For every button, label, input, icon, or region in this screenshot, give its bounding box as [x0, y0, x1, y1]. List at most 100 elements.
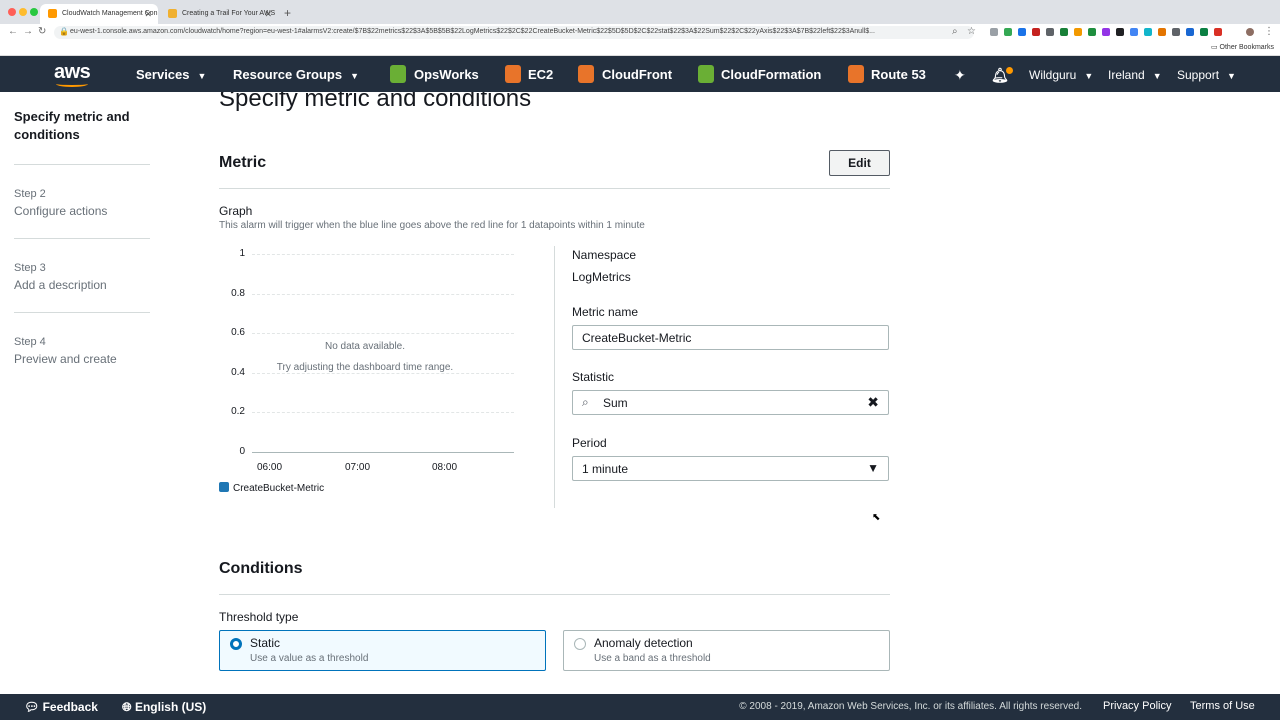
extension-icon[interactable]	[1200, 28, 1208, 36]
option-title: Anomaly detection	[594, 636, 693, 650]
close-window-icon[interactable]	[8, 8, 16, 16]
pin-icon[interactable]: ✦	[954, 67, 966, 84]
option-title: Static	[250, 636, 281, 650]
extension-icon[interactable]	[1032, 28, 1040, 36]
globe-icon: 🌐︎	[122, 700, 132, 714]
extension-icon[interactable]	[990, 28, 998, 36]
privacy-policy-link[interactable]: Privacy Policy	[1103, 700, 1171, 712]
url-input[interactable]: 🔒 eu-west-1.console.aws.amazon.com/cloud…	[54, 26, 974, 39]
address-bar: ← → ↻ 🔒 eu-west-1.console.aws.amazon.com…	[0, 24, 1280, 40]
wizard-steps: Specify metric and conditions Step 2 Con…	[14, 108, 150, 366]
opsworks-icon	[390, 65, 406, 83]
step-3: Step 3 Add a description	[14, 262, 150, 292]
graph-label: Graph	[219, 204, 253, 218]
gridline	[252, 254, 514, 255]
graph-description: This alarm will trigger when the blue li…	[219, 220, 645, 231]
step-label: Preview and create	[14, 352, 117, 366]
tab-title: Creating a Trail For Your AWS	[182, 10, 276, 17]
extension-icon[interactable]	[1102, 28, 1110, 36]
minimize-window-icon[interactable]	[19, 8, 27, 16]
copyright-text: © 2008 - 2019, Amazon Web Services, Inc.…	[739, 701, 1082, 712]
close-tab-icon[interactable]: ✕	[264, 9, 272, 20]
extension-icon[interactable]	[1060, 28, 1068, 36]
feedback-link[interactable]: 💬︎ Feedback	[24, 700, 98, 714]
radio-unselected-icon[interactable]	[574, 638, 586, 650]
extension-icon[interactable]	[1144, 28, 1152, 36]
metric-name-input[interactable]: CreateBucket-Metric	[572, 325, 889, 350]
y-tick-label: 0.6	[231, 327, 245, 339]
namespace-value: LogMetrics	[572, 270, 631, 284]
shortcut-cloudfront[interactable]: CloudFront	[602, 67, 672, 82]
gridline	[252, 293, 514, 295]
divider	[14, 164, 150, 165]
new-tab-icon[interactable]: +	[284, 6, 291, 20]
zoom-icon[interactable]: ⌕	[952, 26, 958, 37]
extension-icon[interactable]	[1214, 28, 1222, 36]
y-tick-label: 1	[239, 248, 245, 259]
language-selector[interactable]: 🌐︎ English (US)	[122, 700, 206, 715]
edit-button[interactable]: Edit	[829, 150, 890, 176]
mouse-cursor-icon: ⬉	[872, 512, 881, 523]
caret-down-icon: ▼	[867, 461, 879, 475]
route53-icon	[848, 65, 864, 83]
extension-icon[interactable]	[1046, 28, 1054, 36]
shortcut-opsworks[interactable]: OpsWorks	[414, 67, 479, 82]
maximize-window-icon[interactable]	[30, 8, 38, 16]
step-label: Add a description	[14, 278, 107, 292]
back-icon[interactable]: ←	[8, 26, 18, 37]
chart-legend[interactable]: CreateBucket-Metric	[219, 482, 324, 494]
browser-tab-trail[interactable]: Creating a Trail For Your AWS ✕	[160, 4, 278, 24]
reload-icon[interactable]: ↻	[38, 26, 46, 37]
x-axis-line	[252, 452, 514, 453]
extension-icon[interactable]	[1018, 28, 1026, 36]
extension-icon[interactable]	[1158, 28, 1166, 36]
support-menu[interactable]: Support ▼	[1177, 68, 1236, 82]
metric-name-label: Metric name	[572, 305, 639, 319]
conditions-section-title: Conditions	[219, 560, 303, 577]
threshold-static-option[interactable]: Static Use a value as a threshold	[219, 630, 546, 671]
other-bookmarks[interactable]: ▭ Other Bookmarks	[1211, 43, 1274, 51]
services-menu[interactable]: Services ▼	[136, 67, 206, 82]
terms-of-use-link[interactable]: Terms of Use	[1190, 700, 1255, 712]
extension-icon[interactable]	[1004, 28, 1012, 36]
forward-icon[interactable]: →	[23, 26, 33, 37]
browser-tab-cloudwatch[interactable]: CloudWatch Management Con ✕	[40, 4, 158, 24]
bookmark-star-icon[interactable]: ☆	[967, 26, 976, 37]
tab-title: CloudWatch Management Con	[62, 10, 158, 17]
url-text: eu-west-1.console.aws.amazon.com/cloudwa…	[70, 28, 875, 35]
period-value: 1 minute	[582, 462, 629, 476]
x-tick-label: 08:00	[432, 462, 458, 473]
section-divider	[219, 188, 890, 189]
divider	[14, 312, 150, 313]
clear-icon[interactable]: ✖	[867, 394, 879, 411]
resource-groups-menu[interactable]: Resource Groups ▼	[233, 67, 359, 82]
x-tick-label: 07:00	[345, 462, 371, 473]
notification-dot	[1006, 67, 1013, 74]
extension-icon[interactable]	[1116, 28, 1124, 36]
step-number: Step 4	[14, 336, 46, 348]
shortcut-route53[interactable]: Route 53	[871, 67, 926, 82]
statistic-input[interactable]: ⌕ Sum ✖	[572, 390, 889, 415]
profile-avatar[interactable]	[1246, 28, 1254, 36]
extension-icon[interactable]	[1088, 28, 1096, 36]
browser-menu-icon[interactable]: ⋮	[1264, 26, 1274, 37]
region-menu[interactable]: Ireland ▼	[1108, 68, 1162, 82]
period-label: Period	[572, 436, 607, 450]
shortcut-cloudformation[interactable]: CloudFormation	[721, 67, 821, 82]
radio-selected-icon[interactable]	[230, 638, 242, 650]
aws-top-nav: aws Services ▼ Resource Groups ▼ OpsWorks …	[0, 56, 1280, 92]
extension-icon[interactable]	[1186, 28, 1194, 36]
extension-icon[interactable]	[1130, 28, 1138, 36]
close-tab-icon[interactable]: ✕	[144, 9, 152, 20]
metric-chart: No data available. Try adjusting the das…	[219, 244, 529, 500]
extension-icon[interactable]	[1074, 28, 1082, 36]
extension-icon[interactable]	[1172, 28, 1180, 36]
step-1-current: Specify metric and conditions	[14, 109, 130, 142]
statistic-value: Sum	[603, 396, 628, 410]
aws-favicon-icon	[48, 9, 57, 18]
period-select[interactable]: 1 minute ▼	[572, 456, 889, 481]
threshold-anomaly-option[interactable]: Anomaly detection Use a band as a thresh…	[563, 630, 890, 671]
shortcut-ec2[interactable]: EC2	[528, 67, 553, 82]
user-menu[interactable]: Wildguru ▼	[1029, 68, 1093, 82]
page-title: Specify metric and conditions	[219, 92, 532, 112]
